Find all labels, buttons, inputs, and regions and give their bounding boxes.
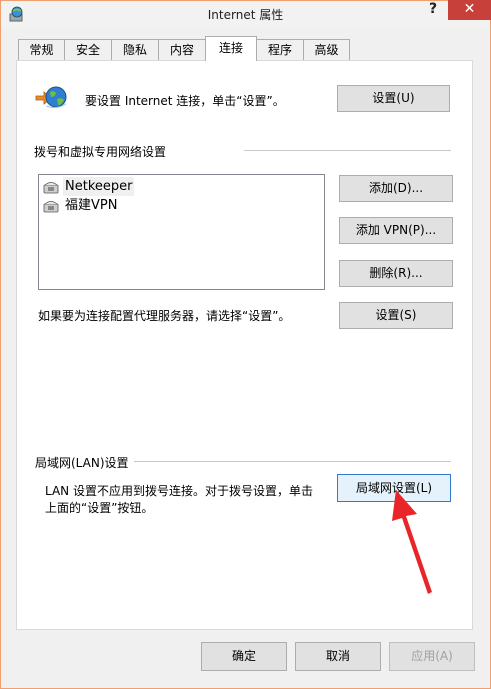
ok-button[interactable]: 确定	[201, 642, 287, 671]
window-title: Internet 属性	[207, 8, 284, 22]
cancel-button[interactable]: 取消	[295, 642, 381, 671]
annotation-arrow-icon	[392, 490, 432, 594]
connections-list[interactable]: Netkeeper 福建VPN	[38, 174, 325, 290]
lan-description-line1: LAN 设置不应用到拨号连接。对于拨号设置，单击	[45, 484, 313, 498]
apply-button[interactable]: 应用(A)	[389, 642, 475, 671]
close-button[interactable]: ✕	[448, 0, 491, 20]
connection-name: 福建VPN	[65, 198, 118, 213]
add-connection-button[interactable]: 添加(D)...	[339, 175, 453, 202]
connection-name: Netkeeper	[63, 177, 135, 196]
tab-content[interactable]: 内容	[158, 39, 206, 60]
dialup-heading: 拨号和虚拟专用网络设置	[34, 145, 167, 159]
tab-connections[interactable]: 连接	[205, 36, 257, 61]
tab-security[interactable]: 安全	[64, 39, 112, 60]
list-item[interactable]: 福建VPN	[43, 196, 324, 215]
setup-button[interactable]: 设置(U)	[337, 85, 450, 112]
proxy-instruction: 如果要为连接配置代理服务器，请选择“设置”。	[38, 309, 291, 323]
tab-advanced[interactable]: 高级	[303, 39, 350, 60]
tab-privacy[interactable]: 隐私	[111, 39, 159, 60]
tab-programs[interactable]: 程序	[256, 39, 304, 60]
dialup-connection-icon	[43, 180, 59, 194]
connection-settings-button[interactable]: 设置(S)	[339, 302, 453, 329]
connection-wizard-icon	[34, 84, 70, 112]
lan-description-line2: 上面的“设置”按钮。	[45, 501, 154, 515]
dialup-separator	[244, 150, 451, 151]
tab-general[interactable]: 常规	[18, 39, 65, 60]
remove-connection-button[interactable]: 删除(R)...	[339, 260, 453, 287]
lan-heading: 局域网(LAN)设置	[35, 456, 129, 470]
add-vpn-button[interactable]: 添加 VPN(P)...	[339, 217, 453, 244]
list-item[interactable]: Netkeeper	[43, 177, 324, 196]
vpn-connection-icon	[43, 199, 59, 213]
setup-instruction: 要设置 Internet 连接，单击“设置”。	[85, 94, 285, 108]
help-button[interactable]: ?	[419, 1, 447, 19]
lan-separator	[134, 461, 451, 462]
